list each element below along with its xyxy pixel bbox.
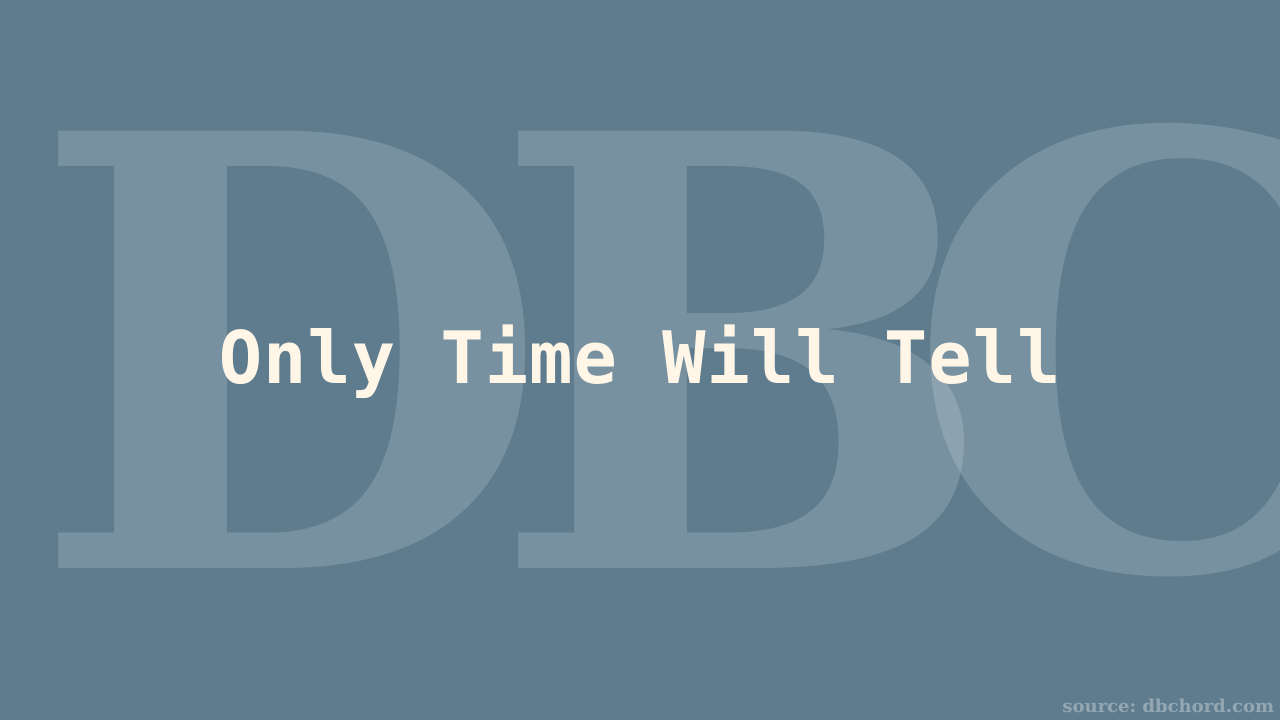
source-credit: source: dbchord.com	[1062, 696, 1274, 717]
song-title: Only Time Will Tell	[218, 316, 1062, 400]
